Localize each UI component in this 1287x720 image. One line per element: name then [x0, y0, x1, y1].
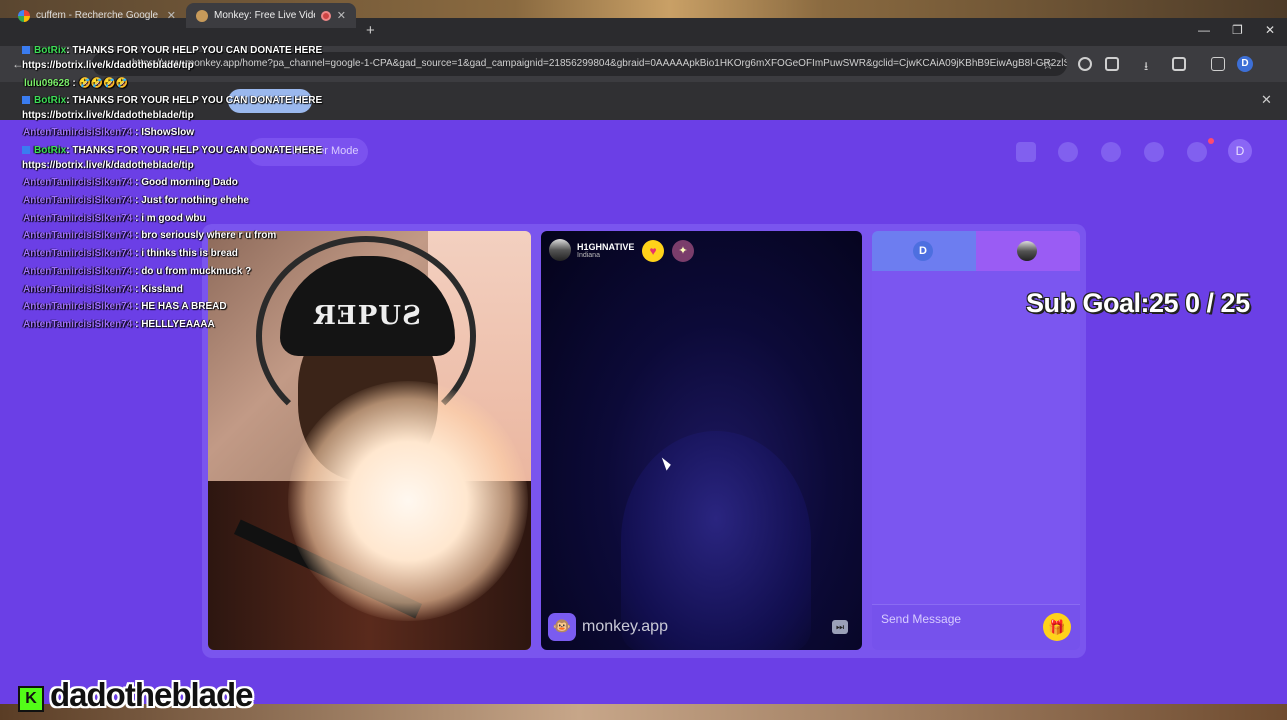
new-tab-button[interactable]: +	[366, 22, 375, 39]
chat-message: lulu09628 : 🤣🤣🤣🤣	[24, 78, 128, 89]
notification-badge	[1208, 138, 1214, 144]
peer-name: H1GHNATIVE	[577, 241, 635, 252]
monkey-logo-icon: 🐵	[548, 613, 576, 641]
chat-text: https://botrix.live/k/dadotheblade/tip	[22, 110, 194, 121]
close-window-icon[interactable]: ✕	[1265, 23, 1275, 37]
chat-message: AntenTamircisiSiken74 : HE HAS A BREAD	[23, 301, 227, 312]
chat-message: AntenTamircisiSiken74 : do u from muckmu…	[23, 266, 251, 277]
skip-icon[interactable]: ⏭	[832, 620, 848, 634]
chat-text: : do u from muckmuck ?	[132, 266, 252, 277]
chat-username: AntenTamircisiSiken74	[23, 284, 133, 295]
chat-text: : Kissland	[132, 284, 183, 295]
puzzle-icon[interactable]	[1105, 57, 1119, 71]
chat-text: : THANKS FOR YOUR HELP YOU CAN DONATE HE…	[66, 45, 323, 56]
chat-text: : HELLLYEAAAA	[132, 319, 215, 330]
chat-text: : i m good wbu	[132, 213, 206, 224]
monkey-watermark: 🐵 monkey.app	[548, 613, 668, 641]
chat-message: BotRix: THANKS FOR YOUR HELP YOU CAN DON…	[22, 145, 322, 156]
chat-username: BotRix	[34, 145, 67, 156]
peer-avatar	[549, 239, 571, 261]
streamer-name: dadotheblade	[50, 676, 254, 713]
chat-message: BotRix: THANKS FOR YOUR HELP YOU CAN DON…	[22, 95, 322, 106]
chat-username: lulu09628	[24, 78, 70, 89]
message-placeholder: Send Message	[881, 612, 962, 626]
chat-message: AntenTamircisiSiken74 : bro seriously wh…	[23, 230, 276, 241]
store-icon[interactable]	[1016, 142, 1036, 162]
messages-icon[interactable]	[1187, 142, 1207, 162]
chat-message: AntenTamircisiSiken74 : Kissland	[23, 284, 183, 295]
chat-text: : i thinks this is bread	[132, 248, 238, 259]
chat-text: : HE HAS A BREAD	[132, 301, 227, 312]
chat-username: BotRix	[34, 95, 67, 106]
chat-message: https://botrix.live/k/dadotheblade/tip	[22, 60, 194, 71]
chat-username: AntenTamircisiSiken74	[23, 266, 133, 277]
sidebar-icon[interactable]	[1211, 57, 1225, 71]
chat-message: AntenTamircisiSiken74 : i m good wbu	[23, 213, 206, 224]
info-bar-close-icon[interactable]: ✕	[1261, 92, 1272, 108]
minimize-icon[interactable]: —	[1198, 23, 1210, 37]
close-tab-icon[interactable]: ✕	[337, 9, 346, 22]
peer-chat-avatar	[1017, 241, 1037, 261]
chat-username: AntenTamircisiSiken74	[23, 248, 133, 259]
bot-badge-icon	[22, 146, 30, 155]
chat-username: AntenTamircisiSiken74	[23, 230, 133, 241]
self-chat-avatar: D	[913, 241, 933, 261]
chat-message: AntenTamircisiSiken74 : Good morning Dad…	[23, 177, 238, 188]
chat-message: AntenTamircisiSiken74 : i thinks this is…	[23, 248, 238, 259]
chat-message: AntenTamircisiSiken74 : Just for nothing…	[23, 195, 249, 206]
brand-text: monkey.app	[582, 618, 668, 635]
bread-blur	[288, 381, 528, 621]
sub-goal-counter: Sub Goal:25 0 / 25	[1026, 288, 1250, 318]
chat-message: https://botrix.live/k/dadotheblade/tip	[22, 110, 194, 121]
gift-badge-icon[interactable]: ✦	[672, 240, 694, 262]
profile-avatar[interactable]: D	[1237, 56, 1253, 72]
heart-icon[interactable]: ♥	[642, 240, 664, 262]
chat-message: https://botrix.live/k/dadotheblade/tip	[22, 160, 194, 171]
chat-username: AntenTamircisiSiken74	[23, 195, 133, 206]
gift-button[interactable]: 🎁	[1043, 613, 1071, 641]
chat-text: https://botrix.live/k/dadotheblade/tip	[22, 160, 194, 171]
download-icon[interactable]: ⭳	[1144, 57, 1148, 78]
chat-message: AntenTamircisiSiken74 : HELLLYEAAAA	[23, 319, 215, 330]
bookmark-star-icon[interactable]: ☆	[1042, 57, 1054, 73]
bot-badge-icon	[22, 96, 30, 105]
chat-message: AntenTamircisiSiken74 : IShowSlow	[23, 127, 194, 138]
chat-username: AntenTamircisiSiken74	[23, 213, 133, 224]
extension-icon[interactable]	[1078, 57, 1092, 71]
chat-username: BotRix	[34, 45, 67, 56]
history-icon[interactable]	[1144, 142, 1164, 162]
chat-username: AntenTamircisiSiken74	[23, 177, 133, 188]
chat-text: https://botrix.live/k/dadotheblade/tip	[22, 60, 194, 71]
chat-username: AntenTamircisiSiken74	[23, 319, 133, 330]
tab-search-icon[interactable]	[1172, 57, 1186, 71]
bot-badge-icon	[22, 46, 30, 55]
peer-info[interactable]: H1GHNATIVE Indiana	[549, 239, 634, 261]
chat-username: AntenTamircisiSiken74	[23, 127, 133, 138]
friends-icon[interactable]	[1101, 142, 1121, 162]
chat-text: : bro seriously where r u from	[132, 230, 277, 241]
chat-text: : THANKS FOR YOUR HELP YOU CAN DONATE HE…	[66, 95, 323, 106]
peer-location: Indiana	[577, 251, 600, 259]
user-avatar[interactable]: D	[1228, 139, 1252, 163]
chat-message: BotRix: THANKS FOR YOUR HELP YOU CAN DON…	[22, 45, 322, 56]
chat-text: : THANKS FOR YOUR HELP YOU CAN DONATE HE…	[66, 145, 323, 156]
stream-chat-overlay: BotRix: THANKS FOR YOUR HELP YOU CAN DON…	[0, 0, 330, 340]
chat-text: : IShowSlow	[132, 127, 194, 138]
restore-icon[interactable]: ❐	[1232, 23, 1243, 37]
chat-username: AntenTamircisiSiken74	[23, 301, 133, 312]
search-icon[interactable]	[1058, 142, 1078, 162]
peer-camera-feed	[541, 231, 862, 650]
chat-text: : Just for nothing ehehe	[132, 195, 249, 206]
chat-text: : Good morning Dado	[132, 177, 238, 188]
kick-logo-icon: K	[18, 686, 44, 712]
chat-text: : 🤣🤣🤣🤣	[69, 78, 129, 89]
